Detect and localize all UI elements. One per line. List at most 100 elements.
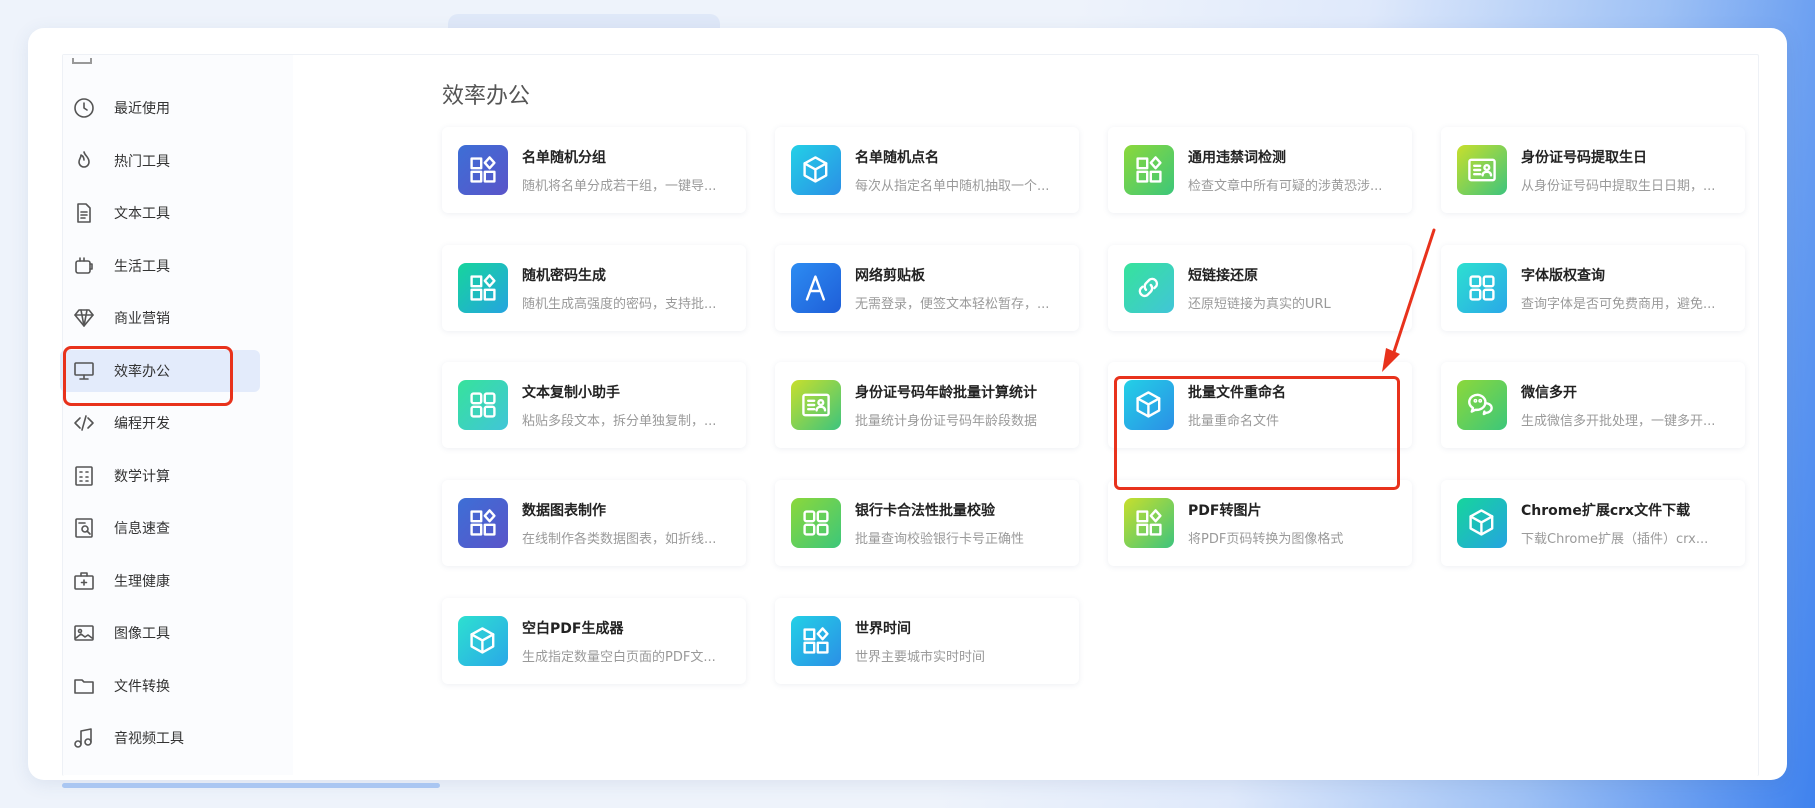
music-icon <box>70 724 98 752</box>
tool-card[interactable]: 空白PDF生成器 生成指定数量空白页面的PDF文... <box>442 598 746 684</box>
sidebar-item-label: 文本工具 <box>114 206 170 222</box>
folder-icon <box>70 672 98 700</box>
tool-card-description: 粘贴多段文本，拆分单独复制，... <box>522 413 717 429</box>
sidebar-item[interactable]: 文本工具 <box>60 192 260 234</box>
tool-card-title: 身份证号码年龄批量计算统计 <box>855 384 1037 401</box>
tool-card[interactable]: 名单随机点名 每次从指定名单中随机抽取一个... <box>775 127 1079 213</box>
section-title: 效率办公 <box>442 84 531 109</box>
app-window: 最近使用 热门工具 文本工具 生活工具 商业营销 效率办公 编程开发 数学计算 信息速查 生理健康… <box>28 28 1787 780</box>
tool-card-title: 银行卡合法性批量校验 <box>855 502 995 519</box>
horizontal-scrollbar[interactable] <box>62 783 440 788</box>
sidebar-item-label: 生活工具 <box>114 258 170 275</box>
sidebar-item[interactable]: 信息速查 <box>60 507 260 549</box>
tool-card-title: 字体版权查询 <box>1521 267 1605 284</box>
tool-card[interactable]: 网络剪贴板无需登录，便签文本轻松暂存，... <box>775 245 1079 331</box>
calculator-icon <box>70 462 98 490</box>
sidebar-item-label: 商业营销 <box>114 311 170 327</box>
sidebar-item[interactable]: 图像工具 <box>60 612 260 654</box>
tool-card-title: Chrome扩展crx文件下载 <box>1521 502 1691 519</box>
sidebar-item-label: 信息速查 <box>114 521 170 537</box>
tool-card-title: PDF转图片 <box>1188 502 1262 519</box>
sidebar-item[interactable]: 生理健康 <box>60 560 260 602</box>
flame-icon <box>70 147 98 175</box>
cube-icon <box>1124 380 1174 430</box>
sidebar-item-label: 最近使用 <box>114 101 170 117</box>
tool-card-description: 批量重命名文件 <box>1188 413 1280 429</box>
search-doc-icon <box>70 514 98 542</box>
grid-diamond-icon <box>1124 145 1174 195</box>
tool-card-title: 文本复制小助手 <box>522 384 620 401</box>
cube-icon <box>791 145 841 195</box>
sidebar-item-label: 音视频工具 <box>114 731 184 747</box>
life-icon <box>70 252 98 280</box>
tool-card-title: 名单随机分组 <box>522 149 606 166</box>
tool-card-title: 批量文件重命名 <box>1188 384 1286 401</box>
sidebar-item[interactable]: 最近使用 <box>60 87 260 129</box>
tool-card-title: 世界时间 <box>855 620 911 637</box>
grid-icon <box>1457 263 1507 313</box>
tool-card-description: 下载Chrome扩展（插件）crx... <box>1521 531 1709 547</box>
document-icon <box>70 199 98 227</box>
tool-card-title: 空白PDF生成器 <box>522 620 624 637</box>
sidebar-item[interactable]: 文件转换 <box>60 665 260 707</box>
link-icon <box>1124 263 1174 313</box>
grid-diamond-icon <box>458 498 508 548</box>
tool-card[interactable]: PDF转图片将PDF页码转换为图像格式 <box>1108 480 1412 566</box>
cube-icon <box>1457 498 1507 548</box>
tool-card[interactable]: 字体版权查询查询字体是否可免费商用，避免... <box>1441 245 1745 331</box>
sidebar-item-label: 编程开发 <box>114 416 170 432</box>
sidebar-top-partial-icon <box>72 58 92 64</box>
code-icon <box>70 409 98 437</box>
medkit-icon <box>70 567 98 595</box>
tool-card-description: 批量统计身份证号码年龄段数据 <box>855 413 1038 429</box>
sidebar-item[interactable]: 热门工具 <box>60 140 260 182</box>
sidebar-item-label: 热门工具 <box>114 153 170 170</box>
tool-card-title: 随机密码生成 <box>522 267 606 284</box>
tool-card-description: 无需登录，便签文本轻松暂存，... <box>855 296 1050 312</box>
letter-a-icon <box>791 263 841 313</box>
tool-card[interactable]: 短链接还原 还原短链接为真实的URL <box>1108 245 1412 331</box>
sidebar-item-label: 效率办公 <box>114 363 170 380</box>
tool-card-description: 批量查询校验银行卡号正确性 <box>855 531 1025 547</box>
tool-card[interactable]: 通用违禁词检测 检查文章中所有可疑的涉黄恐涉... <box>1108 127 1412 213</box>
tool-card-description: 随机生成高强度的密码，支持批... <box>522 296 717 312</box>
sidebar-item[interactable]: 数学计算 <box>60 455 260 497</box>
tool-card[interactable]: 名单随机分组随机将名单分成若干组，一键导... <box>442 127 746 213</box>
tool-card[interactable]: 批量文件重命名 批量重命名文件 <box>1108 362 1412 448</box>
wechat-icon <box>1457 380 1507 430</box>
grid-icon <box>791 498 841 548</box>
tool-card-title: 网络剪贴板 <box>855 267 925 284</box>
sidebar-item-label: 图像工具 <box>114 626 170 642</box>
tool-card[interactable]: 世界时间 世界主要城市实时时间 <box>775 598 1079 684</box>
tool-card-description: 还原短链接为真实的URL <box>1188 296 1331 312</box>
grid-icon <box>458 380 508 430</box>
tool-card[interactable]: 随机密码生成随机生成高强度的密码，支持批... <box>442 245 746 331</box>
tool-card-description: 将PDF页码转换为图像格式 <box>1188 531 1344 547</box>
tool-card-description: 生成微信多开批处理，一键多开... <box>1521 413 1716 429</box>
id-card-icon <box>1457 145 1507 195</box>
sidebar-item[interactable]: 音视频工具 <box>60 717 260 759</box>
sidebar-item[interactable]: 效率办公 <box>60 349 260 392</box>
tool-card[interactable]: 文本复制小助手粘贴多段文本，拆分单独复制，... <box>442 362 746 448</box>
sidebar-item-label: 生理健康 <box>114 573 170 590</box>
grid-diamond-icon <box>1124 498 1174 548</box>
tool-card-description: 从身份证号码中提取生日日期，... <box>1521 178 1716 194</box>
tool-card[interactable]: 身份证号码提取生日 从身份证号码中提取生日日期，... <box>1441 127 1745 213</box>
tool-card-description: 检查文章中所有可疑的涉黄恐涉... <box>1188 178 1383 194</box>
monitor-icon <box>70 357 98 385</box>
sidebar-item[interactable]: 生活工具 <box>60 245 260 287</box>
tool-card[interactable]: 微信多开 生成微信多开批处理，一键多开... <box>1441 362 1745 448</box>
tool-card[interactable]: Chrome扩展crx文件下载下载Chrome扩展（插件）crx... <box>1441 480 1745 566</box>
tool-card-description: 随机将名单分成若干组，一键导... <box>522 178 717 194</box>
tool-card-title: 名单随机点名 <box>855 149 939 166</box>
grid-diamond-icon <box>458 263 508 313</box>
tool-card[interactable]: 银行卡合法性批量校验批量查询校验银行卡号正确性 <box>775 480 1079 566</box>
tool-card-description: 查询字体是否可免费商用，避免... <box>1521 296 1716 312</box>
tool-card[interactable]: 身份证号码年龄批量计算统计 批量统计身份证号码年龄段数据 <box>775 362 1079 448</box>
sidebar-item[interactable]: 商业营销 <box>60 297 260 339</box>
grid-diamond-icon <box>458 145 508 195</box>
sidebar-item-label: 文件转换 <box>114 678 170 695</box>
tool-card[interactable]: 数据图表制作 在线制作各类数据图表，如折线... <box>442 480 746 566</box>
sidebar-item[interactable]: 编程开发 <box>60 402 260 444</box>
cube-icon <box>458 616 508 666</box>
